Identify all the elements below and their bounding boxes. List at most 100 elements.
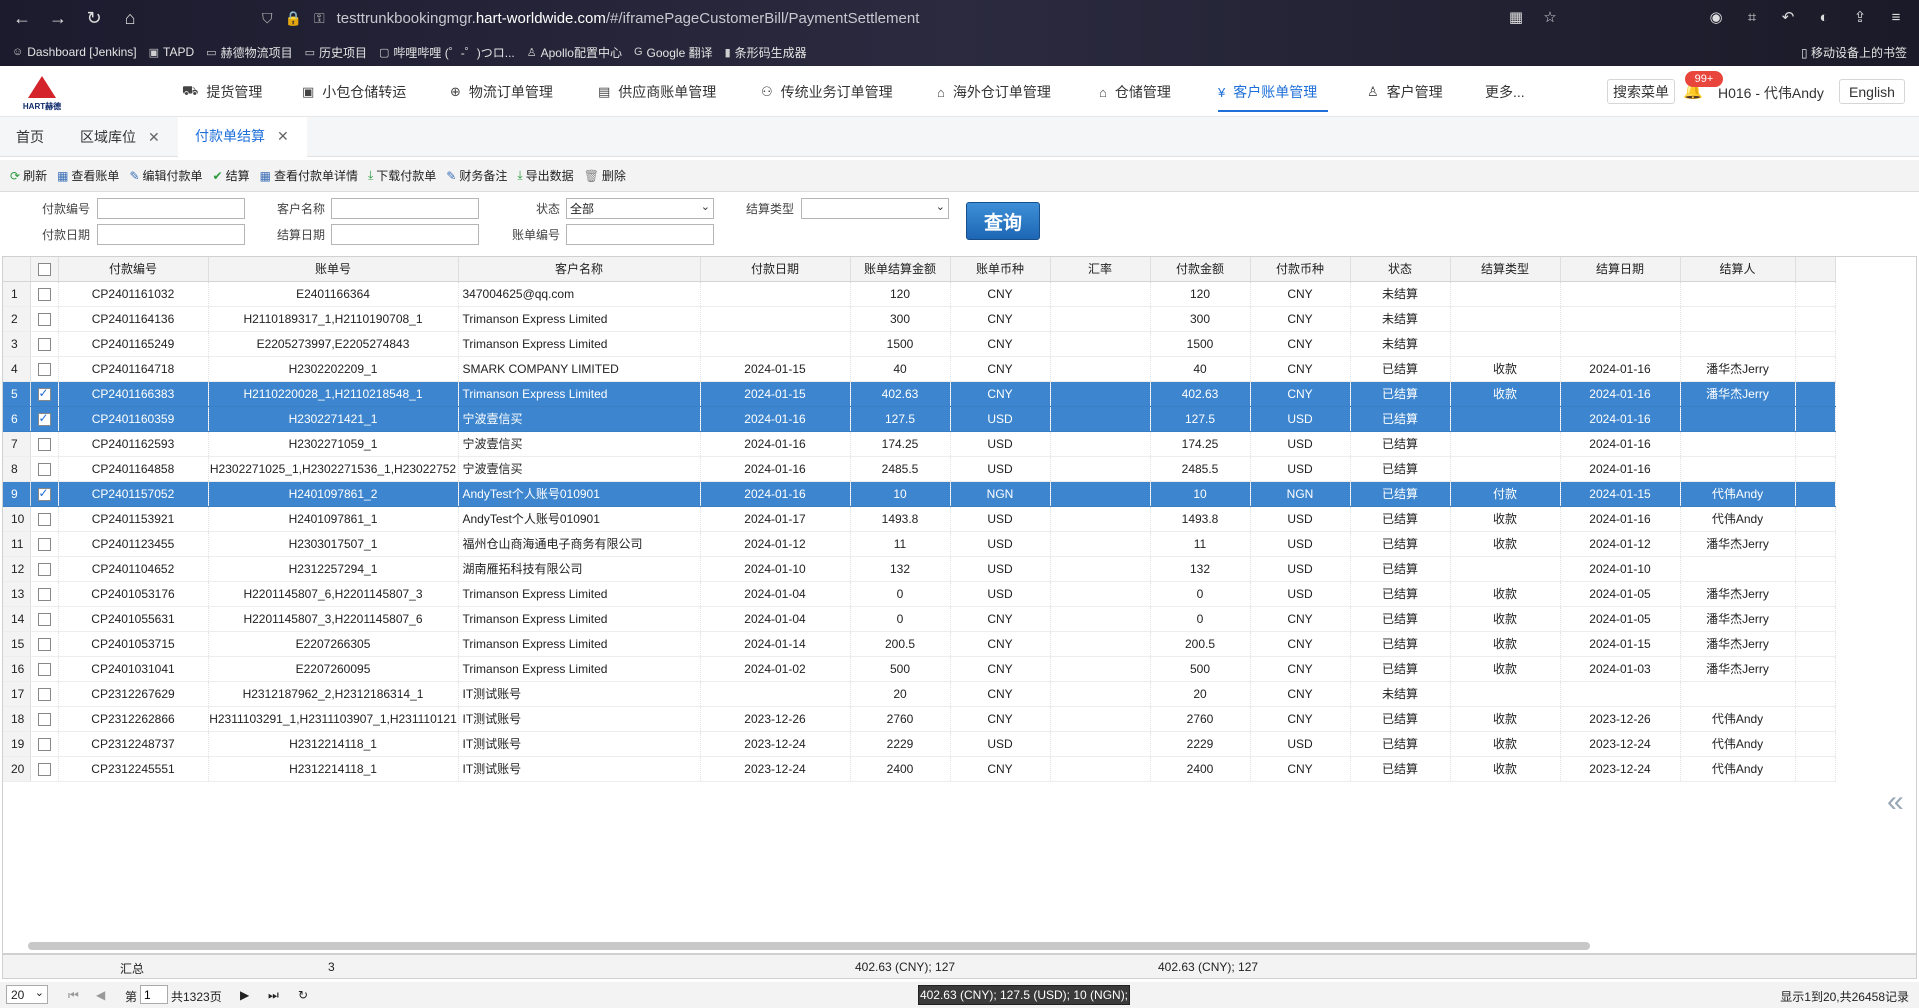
- row-checkbox[interactable]: [37, 312, 51, 326]
- row-checkbox[interactable]: [37, 512, 51, 526]
- table-row[interactable]: 16 CP2401031041 E2207260095 Trimanson Expre…: [3, 656, 1836, 682]
- table-row[interactable]: 6CP2401160359H2302271421_1宁波壹信买2024-01-1…: [3, 406, 1836, 432]
- edit-payment-button[interactable]: ✎ 编辑付款单: [129, 167, 202, 184]
- home-icon[interactable]: ⌂: [114, 4, 146, 32]
- row-checkbox-cell[interactable]: [30, 506, 59, 532]
- row-checkbox-cell[interactable]: [30, 656, 59, 682]
- row-checkbox-cell[interactable]: [30, 481, 59, 507]
- finance-note-button[interactable]: ✎ 财务备注: [446, 167, 507, 184]
- row-checkbox-cell[interactable]: [30, 731, 59, 757]
- row-checkbox[interactable]: [37, 486, 51, 501]
- row-checkbox-cell[interactable]: [30, 356, 59, 382]
- table-row[interactable]: 9 CP2401157052H2401097861_2AndyTest个人账号01…: [3, 481, 1836, 507]
- view-bill-button[interactable]: ▦ 查看账单: [57, 167, 119, 184]
- row-checkbox-cell[interactable]: [30, 681, 59, 707]
- bookmark-tapd[interactable]: ▣ TAPD: [149, 45, 195, 59]
- row-checkbox[interactable]: [37, 462, 51, 476]
- menu-parcel[interactable]: ▣ 小包仓储转运: [302, 82, 406, 102]
- table-row[interactable]: 8 CP2401164858 H2302271025_1,H2302271536_1…: [3, 456, 1836, 482]
- view-payment-detail-button[interactable]: ▦ 查看付款单详情: [260, 167, 358, 184]
- row-checkbox[interactable]: [37, 737, 51, 751]
- hart-logo[interactable]: HART赫德: [22, 74, 62, 112]
- row-checkbox-cell[interactable]: [30, 606, 59, 632]
- row-checkbox-cell[interactable]: [30, 631, 59, 657]
- row-checkbox-cell[interactable]: [30, 556, 59, 582]
- star-icon[interactable]: ☆: [1537, 4, 1563, 30]
- page-number-input[interactable]: [140, 985, 168, 1004]
- header-bill-amount[interactable]: 账单结算金额: [850, 257, 951, 282]
- row-checkbox-cell[interactable]: [30, 281, 59, 307]
- table-row[interactable]: 11 CP2401123455 H2303017507_1 福州仓山商海通电子商务有限…: [3, 531, 1836, 557]
- back-icon[interactable]: ←: [6, 4, 38, 32]
- table-row[interactable]: 12 CP2401104652 H2312257294_1 湖南雁拓科技有限公司 202…: [3, 556, 1836, 582]
- prev-page-icon[interactable]: ◀: [96, 988, 105, 1002]
- payment-date-input[interactable]: [97, 224, 245, 245]
- search-menu-button[interactable]: 搜索菜单: [1607, 79, 1675, 104]
- download-payment-button[interactable]: ⤓ 下载付款单: [368, 167, 436, 184]
- row-checkbox-cell[interactable]: [30, 381, 59, 407]
- status-select[interactable]: 全部 ⌄: [566, 198, 714, 219]
- table-row[interactable]: 3 CP2401165249 E2205273997,E2205274843 Trim…: [3, 331, 1836, 357]
- table-row[interactable]: 10 CP2401153921 H2401097861_1 AndyTest个人账号0…: [3, 506, 1836, 532]
- bookmark-google-translate[interactable]: G Google 翻译: [634, 44, 713, 61]
- bookmark-folder-history[interactable]: ▭ 历史项目: [305, 44, 367, 61]
- language-button[interactable]: English: [1839, 79, 1905, 104]
- share-icon[interactable]: ⇪: [1847, 4, 1873, 30]
- settle-button[interactable]: ✔ 结算: [213, 167, 250, 184]
- header-payment-currency[interactable]: 付款币种: [1250, 257, 1351, 282]
- row-checkbox[interactable]: [37, 411, 51, 426]
- header-payment-no[interactable]: 付款编号: [58, 257, 209, 282]
- row-checkbox[interactable]: [37, 537, 51, 551]
- first-page-icon[interactable]: ⏮: [68, 988, 79, 1003]
- table-row[interactable]: 7 CP2401162593 H2302271059_1 宁波壹信买 2024-01-1…: [3, 431, 1836, 457]
- bookmark-apollo[interactable]: ♙ Apollo配置中心: [527, 44, 622, 61]
- row-checkbox[interactable]: [37, 712, 51, 726]
- table-row[interactable]: 1 CP2401161032 E2401166364 347004625@qq.com…: [3, 281, 1836, 307]
- extension-icon[interactable]: ◐: [1811, 4, 1837, 30]
- table-row[interactable]: 18 CP2312262866 H2311103291_1,H2311103907_…: [3, 706, 1836, 732]
- tab-home[interactable]: 首页: [16, 117, 44, 157]
- bookmark-folder-hart[interactable]: ▭ 赫德物流项目: [206, 44, 292, 61]
- header-payment-amount[interactable]: 付款金额: [1150, 257, 1251, 282]
- header-status[interactable]: 状态: [1350, 257, 1451, 282]
- menu-customer[interactable]: ♙ 客户管理: [1367, 82, 1443, 102]
- row-checkbox[interactable]: [37, 637, 51, 651]
- export-data-button[interactable]: ⤓ 导出数据: [517, 167, 573, 184]
- table-row[interactable]: 17 CP2312267629 H2312187962_2,H2312186314_…: [3, 681, 1836, 707]
- menu-icon[interactable]: ≡: [1883, 4, 1909, 30]
- menu-customer-bill[interactable]: ¥ 客户账单管理: [1218, 82, 1317, 102]
- settle-type-select[interactable]: ⌄: [801, 198, 949, 219]
- table-row[interactable]: 14 CP2401055631 H2201145807_3,H2201145807_…: [3, 606, 1836, 632]
- reload-icon[interactable]: ↻: [78, 4, 110, 32]
- bookmark-jenkins[interactable]: ☺ Dashboard [Jenkins]: [12, 45, 137, 59]
- settle-date-input[interactable]: [331, 224, 479, 245]
- next-page-icon[interactable]: ▶: [240, 988, 249, 1002]
- menu-pickup[interactable]: ⛟ 提货管理: [182, 82, 262, 102]
- row-checkbox-cell[interactable]: [30, 431, 59, 457]
- menu-supplier-bill[interactable]: ▤ 供应商账单管理: [598, 82, 716, 102]
- header-settle-date[interactable]: 结算日期: [1560, 257, 1681, 282]
- row-checkbox[interactable]: [37, 362, 51, 376]
- table-row[interactable]: 19 CP2312248737 H2312214118_1 IT测试账号 2023-12…: [3, 731, 1836, 757]
- header-exchange-rate[interactable]: 汇率: [1050, 257, 1151, 282]
- table-row[interactable]: 4 CP2401164718 H2302202209_1 SMARK COMPANY …: [3, 356, 1836, 382]
- menu-storage[interactable]: ⌂ 仓储管理: [1099, 82, 1171, 102]
- row-checkbox[interactable]: [37, 337, 51, 351]
- row-checkbox-cell[interactable]: [30, 406, 59, 432]
- row-checkbox-cell[interactable]: [30, 456, 59, 482]
- page-size-select[interactable]: 20 ⌄: [6, 985, 48, 1004]
- row-checkbox[interactable]: [37, 386, 51, 401]
- close-icon[interactable]: ✕: [148, 129, 160, 146]
- bookmark-barcode[interactable]: ▮ 条形码生成器: [725, 44, 807, 61]
- close-icon[interactable]: ✕: [277, 128, 289, 145]
- header-settle-type[interactable]: 结算类型: [1450, 257, 1561, 282]
- table-row[interactable]: 13 CP2401053176 H2201145807_6,H2201145807_…: [3, 581, 1836, 607]
- row-checkbox-cell[interactable]: [30, 306, 59, 332]
- permissions-icon[interactable]: ⚿: [314, 10, 325, 27]
- select-all-checkbox[interactable]: [37, 262, 51, 276]
- table-row[interactable]: 2 CP2401164136 H2110189317_1,H2110190708_1…: [3, 306, 1836, 332]
- horizontal-scrollbar[interactable]: [28, 942, 1590, 950]
- row-checkbox[interactable]: [37, 662, 51, 676]
- row-checkbox-cell[interactable]: [30, 581, 59, 607]
- row-checkbox[interactable]: [37, 612, 51, 626]
